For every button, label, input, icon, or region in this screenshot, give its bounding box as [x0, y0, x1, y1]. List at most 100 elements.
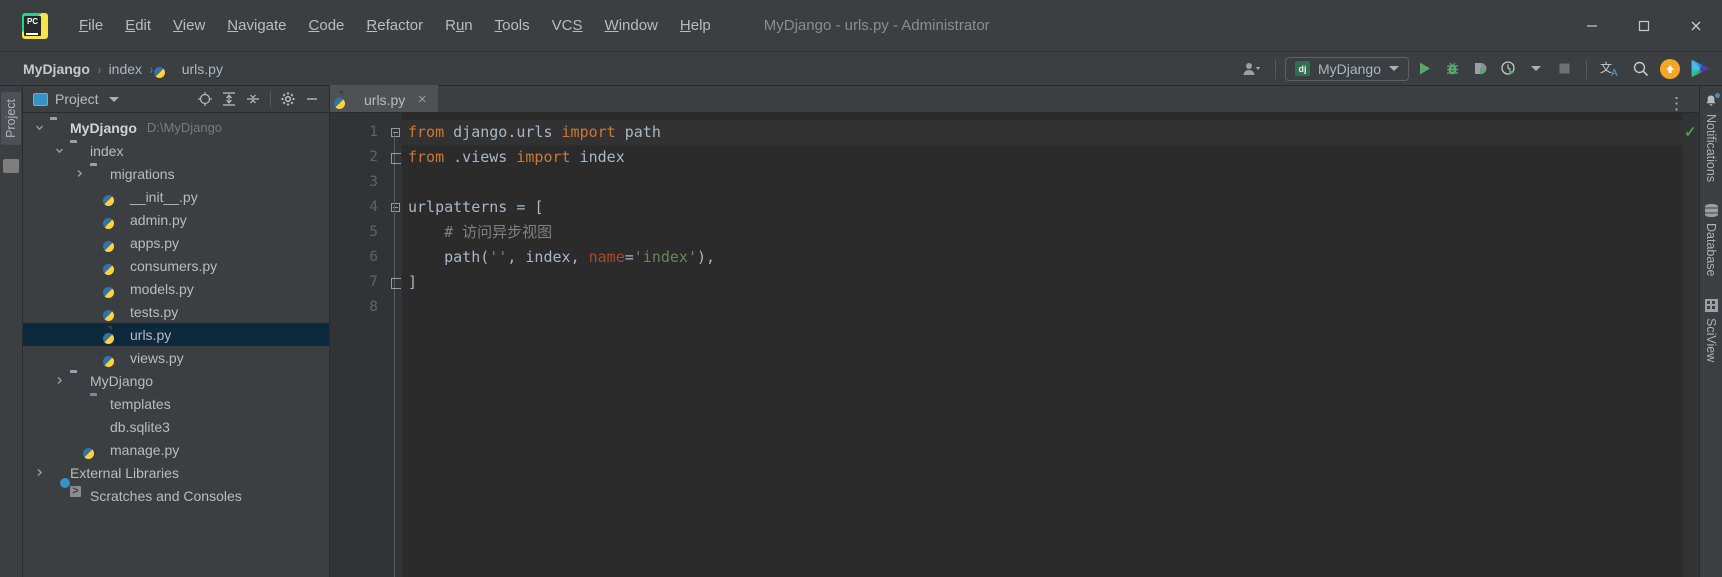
debug-button[interactable] — [1439, 56, 1465, 82]
code-token: '' — [489, 248, 508, 266]
run-configuration-label: MyDjango — [1317, 60, 1381, 77]
menu-item-file[interactable]: FFileile — [68, 13, 114, 38]
tree-item-consumers-py[interactable]: consumers.py — [23, 254, 329, 277]
line-number: 2 — [369, 149, 378, 165]
profile-dropdown-icon[interactable] — [1523, 56, 1549, 82]
menu-item-tools[interactable]: Tools — [484, 13, 541, 38]
tree-item-models-py[interactable]: models.py — [23, 277, 329, 300]
menu-item-edit[interactable]: Edit — [114, 13, 162, 38]
fold-gutter[interactable] — [388, 113, 402, 577]
profile-button[interactable] — [1495, 56, 1521, 82]
editor-tab-urls-py[interactable]: urls.py × — [330, 85, 439, 112]
tree-item-migrations[interactable]: migrations — [23, 162, 329, 185]
menu-item-code[interactable]: Code — [298, 13, 356, 38]
close-button[interactable] — [1670, 0, 1722, 52]
fold-end-icon[interactable] — [388, 270, 402, 295]
stop-button[interactable] — [1551, 56, 1577, 82]
tool-tab-notifications[interactable]: Notifications — [1704, 92, 1721, 182]
pycharm-logo-icon — [22, 12, 48, 39]
tree-item-tests-py[interactable]: tests.py — [23, 300, 329, 323]
line-number: 6 — [369, 249, 378, 265]
menu-item-vcs[interactable]: VCS — [541, 13, 594, 38]
code-content[interactable]: from django.urls import path from .views … — [402, 113, 1683, 577]
chevron-right-icon[interactable] — [33, 468, 46, 477]
chevron-right-icon[interactable] — [53, 376, 66, 385]
menu-item-refactor[interactable]: Refactor — [355, 13, 434, 38]
run-configuration-selector[interactable]: dj MyDjango — [1284, 56, 1409, 81]
target-icon[interactable] — [194, 88, 216, 110]
tool-tab-sciview[interactable]: SciView — [1704, 298, 1718, 362]
translate-icon[interactable]: 文 A — [1596, 56, 1626, 82]
code-line[interactable]: from django.urls import path — [402, 120, 1683, 145]
project-tree[interactable]: MyDjango D:\MyDjango index migrations __init… — [23, 113, 329, 577]
fold-end-icon[interactable] — [388, 145, 402, 170]
gear-icon[interactable] — [277, 88, 299, 110]
code-line[interactable]: urlpatterns = [ — [402, 195, 1683, 220]
tree-item-label: consumers.py — [130, 257, 218, 274]
code-line[interactable]: # 访问异步视图 — [402, 220, 1683, 245]
fold-region-line — [394, 133, 395, 577]
tree-item-label: models.py — [130, 280, 194, 297]
notification-badge — [1714, 92, 1721, 99]
code-editor[interactable]: 12345678 from django.urls import path fro… — [330, 113, 1699, 577]
collapse-all-icon[interactable] — [242, 88, 264, 110]
chevron-down-icon[interactable] — [108, 96, 119, 102]
chevron-down-icon[interactable] — [53, 146, 66, 155]
code-token: [ — [534, 198, 544, 216]
run-with-coverage-button[interactable] — [1467, 56, 1493, 82]
tool-tab-project[interactable]: Project — [1, 92, 21, 145]
search-icon[interactable] — [1628, 56, 1654, 82]
tree-item-views-py[interactable]: views.py — [23, 346, 329, 369]
editor-area: urls.py × ⋮ 1 2 3 4 5 6 7 8 from django.urls im… — [330, 85, 1699, 577]
tree-item-label: admin.py — [130, 211, 187, 228]
tree-item-urls-py[interactable]: urls.py — [23, 323, 329, 346]
expand-all-icon[interactable] — [218, 88, 240, 110]
tree-item-label: index — [90, 142, 124, 159]
inspection-ok-icon[interactable]: ✓ — [1684, 123, 1697, 141]
menu-item-navigate[interactable]: Navigate — [216, 13, 297, 38]
tree-item-scratches-and-consoles[interactable]: Scratches and Consoles — [23, 484, 329, 507]
plugin-icon[interactable] — [1686, 56, 1714, 82]
tree-item-apps-py[interactable]: apps.py — [23, 231, 329, 254]
close-icon[interactable]: × — [415, 91, 429, 108]
fold-collapse-icon[interactable] — [388, 120, 402, 145]
tree-item--init-py[interactable]: __init__.py — [23, 185, 329, 208]
code-line[interactable] — [402, 295, 1683, 320]
project-panel-header: Project — [23, 86, 329, 113]
code-line[interactable]: path('', index, name='index'), — [402, 245, 1683, 270]
breadcrumb-item-project[interactable]: MyDjango — [18, 59, 95, 79]
menu-item-view[interactable]: View — [162, 13, 216, 38]
code-line[interactable]: from .views import index — [402, 145, 1683, 170]
breadcrumb-item-file[interactable]: urls.py — [156, 59, 228, 79]
menu-item-run[interactable]: Run — [434, 13, 484, 38]
python-file-icon — [110, 235, 126, 251]
menu-item-window[interactable]: Window — [594, 13, 669, 38]
project-panel-title[interactable]: Project — [33, 91, 119, 107]
tool-tab-database[interactable]: Database — [1704, 204, 1718, 277]
minimize-icon[interactable] — [301, 88, 323, 110]
structure-icon[interactable] — [3, 158, 19, 173]
run-button[interactable] — [1411, 56, 1437, 82]
tree-item-db-sqlite3[interactable]: db.sqlite3 — [23, 415, 329, 438]
fold-collapse-icon[interactable] — [388, 195, 402, 220]
tree-item-mydjango[interactable]: MyDjango — [23, 369, 329, 392]
tree-item-index[interactable]: index — [23, 139, 329, 162]
tree-item-admin-py[interactable]: admin.py — [23, 208, 329, 231]
kebab-menu-icon[interactable]: ⋮ — [1662, 95, 1691, 112]
code-line[interactable]: ] — [402, 270, 1683, 295]
menu-item-help[interactable]: Help — [669, 13, 722, 38]
update-icon[interactable] — [1656, 56, 1684, 82]
tree-item-mydjango[interactable]: MyDjango D:\MyDjango — [23, 116, 329, 139]
tree-item-templates[interactable]: templates — [23, 392, 329, 415]
code-token: django.urls — [453, 123, 562, 141]
code-token: ] — [408, 273, 418, 291]
maximize-button[interactable] — [1618, 0, 1670, 52]
user-icon[interactable] — [1238, 56, 1266, 82]
chevron-down-icon[interactable] — [33, 123, 46, 132]
minimize-button[interactable] — [1566, 0, 1618, 52]
tree-item-manage-py[interactable]: manage.py — [23, 438, 329, 461]
code-line[interactable] — [402, 170, 1683, 195]
breadcrumb-item-index[interactable]: index — [104, 59, 147, 79]
chevron-right-icon[interactable] — [73, 169, 86, 178]
